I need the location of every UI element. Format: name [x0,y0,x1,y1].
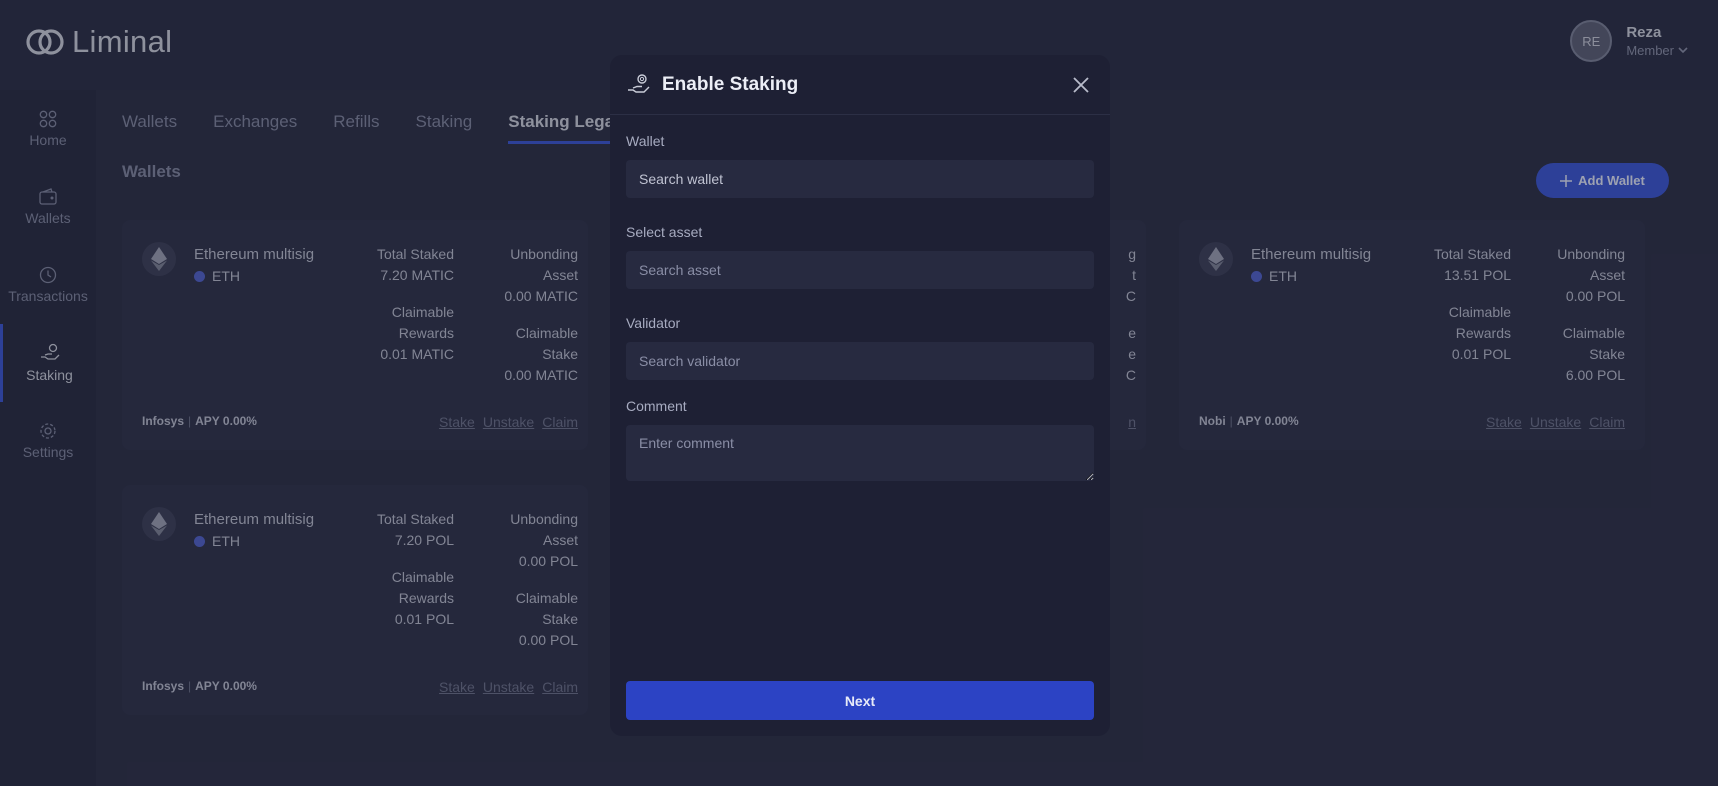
enable-staking-modal: Enable Staking Wallet Select asset Valid… [610,55,1110,736]
validator-label: Validator [626,315,681,331]
modal-header: Enable Staking [610,55,1110,115]
modal-title: Enable Staking [662,73,799,95]
wallet-search-input[interactable] [626,160,1094,198]
validator-search-input[interactable] [626,342,1094,380]
comment-label: Comment [626,398,687,414]
staking-hand-icon [628,73,650,93]
app-root: Liminal RE Reza Member Home Wallets Tran… [0,0,1718,786]
asset-label: Select asset [626,224,703,240]
next-button[interactable]: Next [626,681,1094,720]
close-button[interactable] [1068,72,1094,98]
wallet-label: Wallet [626,133,665,149]
comment-field[interactable] [626,425,1094,481]
close-icon [1073,76,1089,93]
asset-search-input[interactable] [626,251,1094,289]
